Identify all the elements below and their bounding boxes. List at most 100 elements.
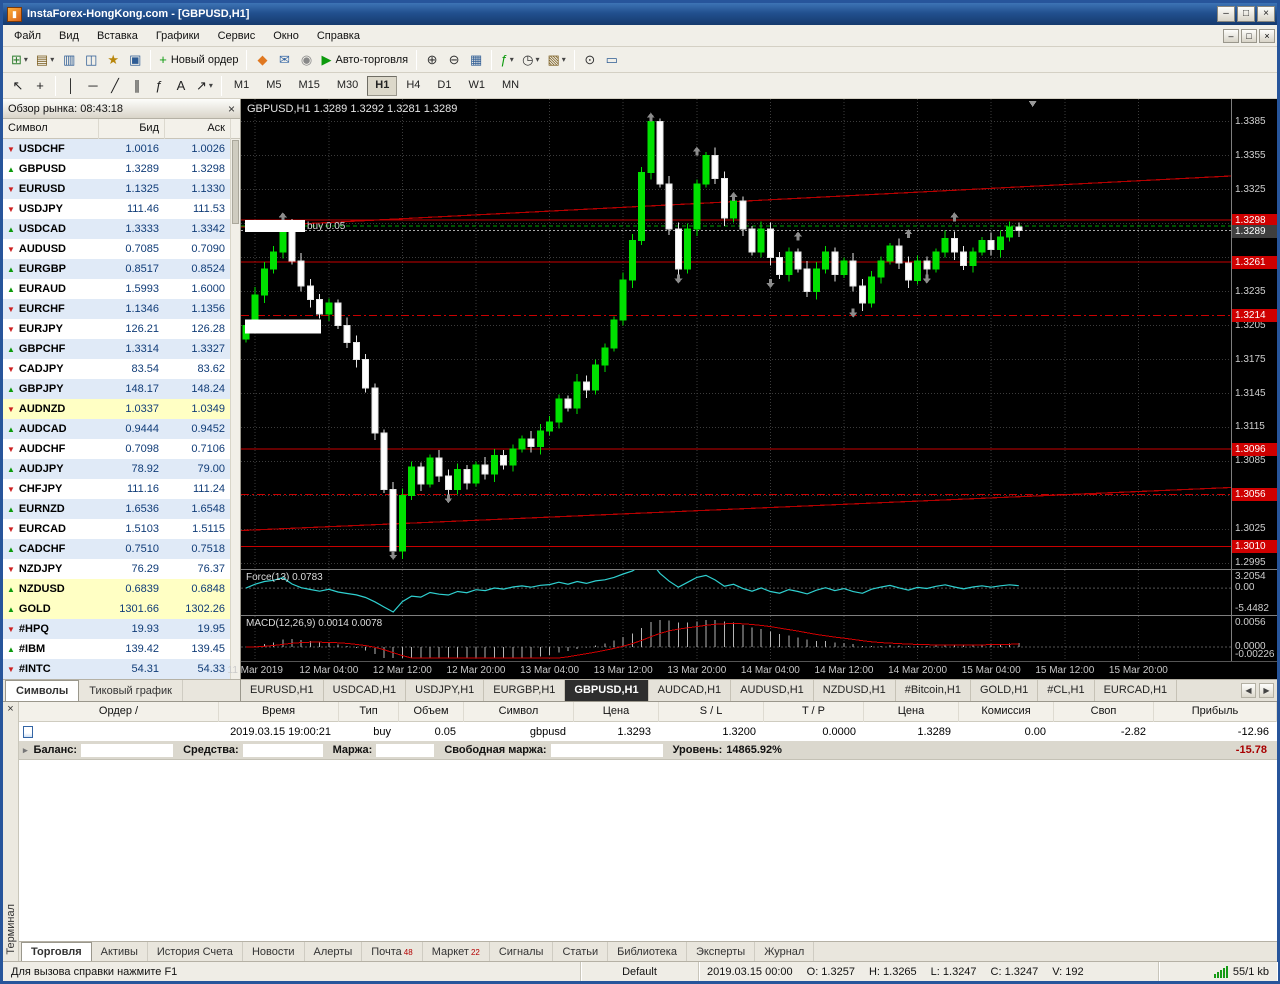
crosshair-button[interactable]: + <box>29 75 51 97</box>
menu-item-Сервис[interactable]: Сервис <box>209 27 265 45</box>
timeframe-m15-button[interactable]: M15 <box>290 76 327 96</box>
cursor-button[interactable]: ↖ <box>7 75 29 97</box>
chart-tab-gbpusdh1[interactable]: GBPUSD,H1 <box>565 680 649 701</box>
menu-item-Файл[interactable]: Файл <box>5 27 50 45</box>
market-watch-row-AUDNZD[interactable]: ▼ AUDNZD 1.0337 1.0349 <box>3 399 240 419</box>
mdi-minimize-button[interactable]: – <box>1223 28 1239 43</box>
timeframe-w1-button[interactable]: W1 <box>460 76 493 96</box>
timeframe-mn-button[interactable]: MN <box>494 76 527 96</box>
market-watch-scrollbar[interactable] <box>230 139 240 679</box>
vertical-line-button[interactable]: │ <box>60 75 82 97</box>
channel-button[interactable]: ∥ <box>126 75 148 97</box>
terminal-tab-новости[interactable]: Новости <box>243 942 305 961</box>
market-watch-row-EURJPY[interactable]: ▼ EURJPY 126.21 126.28 <box>3 319 240 339</box>
market-watch-row-USDJPY[interactable]: ▼ USDJPY 111.46 111.53 <box>3 199 240 219</box>
market-watch-row-USDCAD[interactable]: ▲ USDCAD 1.3333 1.3342 <box>3 219 240 239</box>
terminal-tab-библиотека[interactable]: Библиотека <box>608 942 687 961</box>
market-watch-row-AUDJPY[interactable]: ▲ AUDJPY 78.92 79.00 <box>3 459 240 479</box>
terminal-close-button[interactable]: × <box>7 703 13 715</box>
terminal-tab-статьи[interactable]: Статьи <box>553 942 609 961</box>
market-watch-row-CADCHF[interactable]: ▲ CADCHF 0.7510 0.7518 <box>3 539 240 559</box>
market-watch-tab-1[interactable]: Тиковый график <box>79 680 183 701</box>
market-watch-row-USDCHF[interactable]: ▼ USDCHF 1.0016 1.0026 <box>3 139 240 159</box>
market-watch-row-GBPJPY[interactable]: ▲ GBPJPY 148.17 148.24 <box>3 379 240 399</box>
terminal-tab-почта[interactable]: Почта 48 <box>362 942 423 961</box>
market-watch-row-AUDCAD[interactable]: ▲ AUDCAD 0.9444 0.9452 <box>3 419 240 439</box>
market-watch-column-1[interactable]: Бид <box>99 119 165 139</box>
price-chart-canvas[interactable]: buy 0.05 <box>241 99 1231 569</box>
mdi-restore-button[interactable]: □ <box>1241 28 1257 43</box>
market-watch-row-EURAUD[interactable]: ▲ EURAUD 1.5993 1.6000 <box>3 279 240 299</box>
menu-item-Справка[interactable]: Справка <box>308 27 369 45</box>
market-watch-row-CADJPY[interactable]: ▼ CADJPY 83.54 83.62 <box>3 359 240 379</box>
news-button[interactable]: ◉ <box>295 49 317 71</box>
terminal-column-0[interactable]: Ордер / <box>19 702 219 722</box>
tile-windows-button[interactable]: ▦ <box>465 49 487 71</box>
market-watch-row-AUDUSD[interactable]: ▼ AUDUSD 0.7085 0.7090 <box>3 239 240 259</box>
market-watch-row-NZDJPY[interactable]: ▼ NZDJPY 76.29 76.37 <box>3 559 240 579</box>
scrollbar-thumb[interactable] <box>232 140 239 224</box>
metaeditor-button[interactable]: ◆ <box>251 49 273 71</box>
market-watch-row-CHFJPY[interactable]: ▼ CHFJPY 111.16 111.24 <box>3 479 240 499</box>
terminal-column-5[interactable]: Цена <box>574 702 659 722</box>
mdi-close-button[interactable]: × <box>1259 28 1275 43</box>
new-order-button[interactable]: + Новый ордер <box>155 49 242 71</box>
terminal-tab-маркет[interactable]: Маркет 22 <box>423 942 490 961</box>
market-watch-row-EURGBP[interactable]: ▲ EURGBP 0.8517 0.8524 <box>3 259 240 279</box>
time-axis[interactable]: 11 Mar 2019 12 Mar 04:00 12 Mar 12:00 12 Ma… <box>228 661 1277 679</box>
autotrade-button[interactable]: ▶ Авто-торговля <box>317 49 412 71</box>
zoom-out-button[interactable]: ⊖ <box>443 49 465 71</box>
terminal-column-10[interactable]: Своп <box>1054 702 1154 722</box>
fibonacci-button[interactable]: ƒ <box>148 75 170 97</box>
arrows-tool-button[interactable]: ↗ ▾ <box>192 75 217 97</box>
price-scale[interactable]: 1.3385 1.3355 1.3325 1.3235 1.3205 1.3175 1.31… <box>1231 99 1277 569</box>
market-watch-row-GOLD[interactable]: ▲ GOLD 1301.66 1302.26 <box>3 599 240 619</box>
terminal-tab-сигналы[interactable]: Сигналы <box>490 942 554 961</box>
market-watch-row-EURUSD[interactable]: ▼ EURUSD 1.1325 1.1330 <box>3 179 240 199</box>
chart-tabs-scroll-left[interactable]: ◀ <box>1241 683 1256 698</box>
text-tool-button[interactable]: A <box>170 75 192 97</box>
timeframe-h4-button[interactable]: H4 <box>398 76 428 96</box>
terminal-column-9[interactable]: Комиссия <box>959 702 1054 722</box>
macd-indicator-pane[interactable]: MACD(12,26,9) 0.0014 0.0078 0.0056 0.0000… <box>241 615 1277 662</box>
terminal-column-6[interactable]: S / L <box>659 702 764 722</box>
terminal-tab-активы[interactable]: Активы <box>92 942 148 961</box>
search-button[interactable]: ⊙ <box>579 49 601 71</box>
menu-item-Графики[interactable]: Графики <box>147 27 209 45</box>
terminal-column-11[interactable]: Прибыль <box>1154 702 1277 722</box>
market-watch-row-NZDUSD[interactable]: ▲ NZDUSD 0.6839 0.6848 <box>3 579 240 599</box>
chart-tab-audcadh1[interactable]: AUDCAD,H1 <box>649 680 732 701</box>
market-watch-row-AUDCHF[interactable]: ▼ AUDCHF 0.7098 0.7106 <box>3 439 240 459</box>
chart-tab-eurcadh1[interactable]: EURCAD,H1 <box>1095 680 1178 701</box>
terminal-tab-эксперты[interactable]: Эксперты <box>687 942 756 961</box>
chart-tabs-scroll-right[interactable]: ▶ <box>1259 683 1274 698</box>
terminal-column-3[interactable]: Объем <box>399 702 464 722</box>
terminal-tab-история-счета[interactable]: История Счета <box>148 942 243 961</box>
menu-item-Вид[interactable]: Вид <box>50 27 88 45</box>
market-watch-tab-0[interactable]: Символы <box>5 680 80 701</box>
mail-button[interactable]: ✉ <box>273 49 295 71</box>
chart-tab-nzdusdh1[interactable]: NZDUSD,H1 <box>814 680 896 701</box>
market-watch-row-GBPCHF[interactable]: ▲ GBPCHF 1.3314 1.3327 <box>3 339 240 359</box>
timeframe-m30-button[interactable]: M30 <box>329 76 366 96</box>
market-watch-column-2[interactable]: Аск <box>165 119 231 139</box>
title-bar[interactable]: ▮ InstaForex-HongKong.com - [GBPUSD,H1] … <box>3 3 1277 25</box>
titlebar-maximize-button[interactable]: □ <box>1237 6 1255 22</box>
market-watch-row-EURCAD[interactable]: ▼ EURCAD 1.5103 1.5115 <box>3 519 240 539</box>
terminal-column-8[interactable]: Цена <box>864 702 959 722</box>
market-watch-row-GBPUSD[interactable]: ▲ GBPUSD 1.3289 1.3298 <box>3 159 240 179</box>
market-watch-column-0[interactable]: Символ <box>3 119 99 139</box>
terminal-column-4[interactable]: Символ <box>464 702 574 722</box>
data-window-toggle-button[interactable]: ◫ <box>80 49 102 71</box>
periods-button[interactable]: ◷ ▾ <box>518 49 543 71</box>
market-watch-row-EURNZD[interactable]: ▲ EURNZD 1.6536 1.6548 <box>3 499 240 519</box>
terminal-column-7[interactable]: T / P <box>764 702 864 722</box>
profiles-button[interactable]: ▤ ▾ <box>32 49 58 71</box>
market-watch-close-button[interactable]: × <box>228 102 235 116</box>
terminal-column-2[interactable]: Тип <box>339 702 399 722</box>
chart-tab-eurgbph1[interactable]: EURGBP,H1 <box>484 680 566 701</box>
market-watch-row-#IBM[interactable]: ▲ #IBM 139.42 139.45 <box>3 639 240 659</box>
titlebar-close-button[interactable]: × <box>1257 6 1275 22</box>
market-watch-row-#HPQ[interactable]: ▼ #HPQ 19.93 19.95 <box>3 619 240 639</box>
terminal-tab-торговля[interactable]: Торговля <box>21 942 92 961</box>
